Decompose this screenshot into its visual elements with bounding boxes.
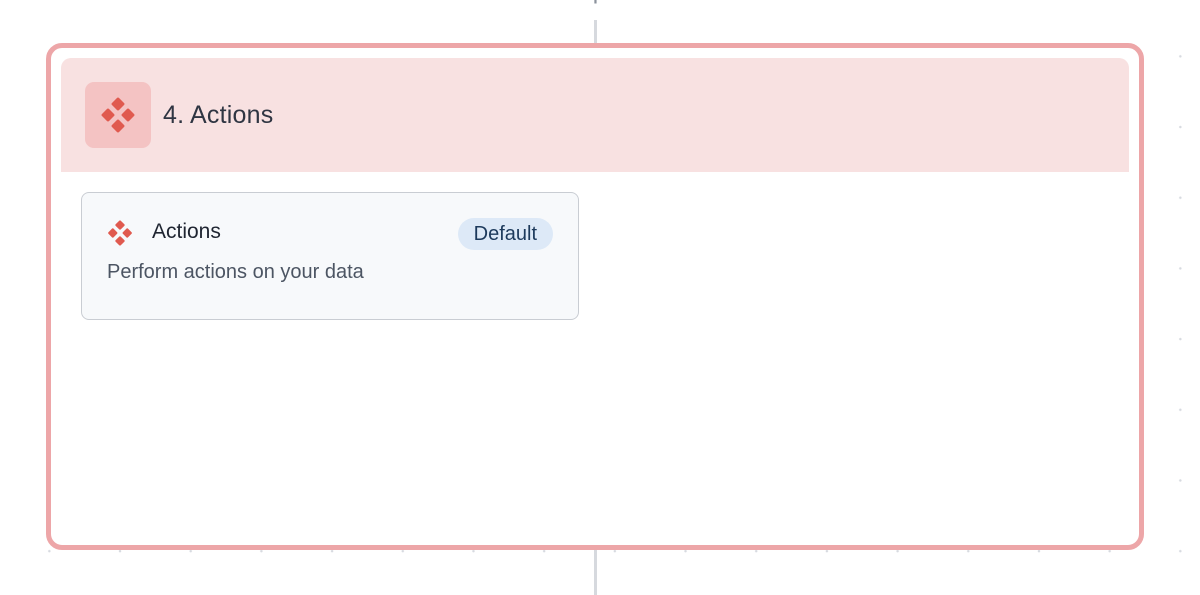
actions-diamond-icon <box>108 220 132 246</box>
option-title: Actions <box>152 220 221 243</box>
node-icon-box <box>85 82 151 148</box>
actions-node[interactable]: 4. Actions Actions Default Perform actio… <box>46 43 1144 550</box>
actions-diamond-icon <box>101 97 135 133</box>
node-header: 4. Actions <box>61 58 1129 172</box>
connector-line-top <box>594 20 597 44</box>
option-description: Perform actions on your data <box>107 261 364 283</box>
option-card-actions[interactable]: Actions Default Perform actions on your … <box>81 192 579 320</box>
default-badge: Default <box>457 218 553 250</box>
add-step-icon[interactable]: + <box>587 0 604 9</box>
node-title: 4. Actions <box>163 100 274 129</box>
connector-line-bottom <box>594 550 597 595</box>
